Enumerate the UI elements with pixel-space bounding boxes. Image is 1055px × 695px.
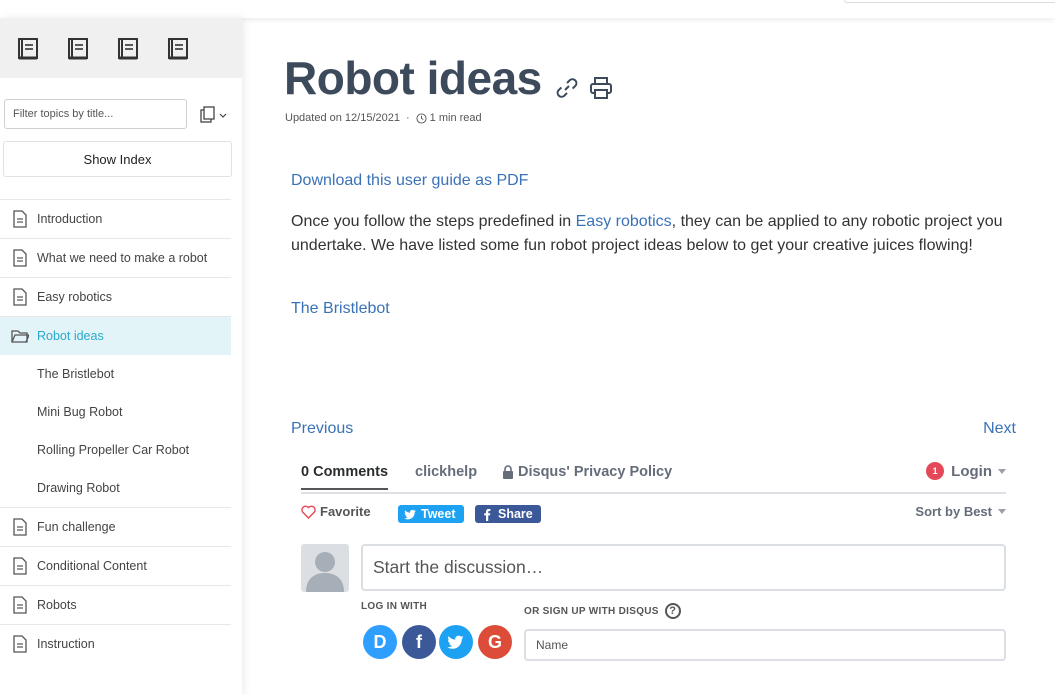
top-search-corner: [844, 0, 1055, 3]
sidebar-item-robot-ideas[interactable]: Robot ideas: [0, 316, 231, 355]
book-icon[interactable]: [67, 37, 90, 61]
intro-paragraph: Once you follow the steps predefined in …: [291, 210, 1021, 258]
user-silhouette-icon: [306, 552, 344, 592]
disqus-login-icon[interactable]: D: [363, 625, 397, 659]
sidebar-item-label: Drawing Robot: [37, 481, 120, 495]
document-icon: [13, 518, 27, 536]
document-icon: [13, 210, 27, 228]
meta-separator: ·: [406, 112, 410, 124]
facebook-icon: [484, 508, 491, 521]
twitter-icon: [404, 509, 416, 519]
twitter-icon: [447, 635, 464, 649]
tab-clickhelp[interactable]: clickhelp: [415, 464, 477, 480]
sidebar-item-conditional-content[interactable]: Conditional Content: [0, 546, 231, 585]
twitter-login-icon[interactable]: [439, 625, 473, 659]
sidebar-header: [0, 18, 242, 78]
sidebar-item-label: Rolling Propeller Car Robot: [37, 443, 190, 457]
book-icon[interactable]: [117, 37, 140, 61]
sidebar-item-label: What we need to make a robot: [37, 251, 208, 265]
previous-link[interactable]: Previous: [291, 420, 353, 438]
document-icon: [13, 557, 27, 575]
or-signup-label: OR SIGN UP WITH DISQUS ?: [524, 603, 681, 619]
start-discussion-input[interactable]: [361, 544, 1006, 591]
sidebar-item-mini-bug-robot[interactable]: Mini Bug Robot: [0, 393, 231, 431]
share-label: Share: [498, 507, 533, 521]
sidebar-item-robots[interactable]: Robots: [0, 585, 231, 624]
tab-privacy-policy[interactable]: Disqus' Privacy Policy: [502, 464, 672, 480]
tab-comments[interactable]: 0 Comments: [301, 464, 389, 490]
login-label: Login: [951, 462, 992, 480]
signup-text: OR SIGN UP WITH DISQUS: [524, 605, 659, 617]
paragraph-text: Once you follow the steps predefined in: [291, 213, 576, 230]
page-title: Robot ideas: [284, 52, 542, 104]
tweet-label: Tweet: [421, 507, 456, 521]
facebook-share-button[interactable]: Share: [475, 505, 541, 523]
help-icon[interactable]: ?: [664, 603, 681, 619]
clock-icon: [416, 112, 427, 124]
bristlebot-link[interactable]: The Bristlebot: [291, 300, 390, 318]
favorite-button[interactable]: Favorite: [301, 504, 371, 519]
book-icon[interactable]: [17, 37, 40, 61]
tweet-button[interactable]: Tweet: [398, 505, 464, 523]
document-icon: [13, 249, 27, 267]
topic-tree: Introduction What we need to make a robo…: [0, 199, 231, 663]
sort-label: Sort by Best: [915, 504, 992, 519]
top-bar: [0, 0, 1055, 18]
privacy-label: Disqus' Privacy Policy: [518, 464, 673, 480]
sidebar-item-what-we-need[interactable]: What we need to make a robot: [0, 238, 231, 277]
sidebar-item-label: Mini Bug Robot: [37, 405, 123, 419]
lock-icon: [503, 465, 513, 479]
next-link[interactable]: Next: [983, 420, 1016, 438]
sort-dropdown[interactable]: Sort by Best: [915, 504, 1006, 519]
document-icon: [13, 635, 27, 653]
copy-dropdown-icon[interactable]: [200, 106, 230, 124]
google-login-icon[interactable]: G: [478, 625, 512, 659]
sidebar-item-instruction[interactable]: Instruction: [0, 624, 231, 663]
avatar: [301, 544, 349, 592]
sidebar-item-label: The Bristlebot: [37, 367, 115, 381]
login-dropdown[interactable]: 1 Login: [926, 462, 1006, 480]
read-time: 1 min read: [429, 112, 482, 124]
sidebar-item-bristlebot[interactable]: The Bristlebot: [0, 355, 231, 393]
filter-topics-input[interactable]: [4, 99, 187, 129]
sidebar-item-easy-robotics[interactable]: Easy robotics: [0, 277, 231, 316]
chevron-down-icon: [998, 509, 1006, 514]
login-with-label: LOG IN WITH: [361, 601, 428, 612]
comment-actions: Favorite Tweet Share Sort by Best: [301, 504, 1006, 526]
chevron-down-icon: [998, 468, 1006, 474]
title-row: Robot ideas: [284, 52, 614, 104]
article-meta: Updated on 12/15/2021 · 1 min read: [285, 112, 482, 124]
folder-open-icon: [11, 330, 29, 343]
document-icon: [13, 288, 27, 306]
link-icon[interactable]: [554, 75, 580, 101]
easy-robotics-link[interactable]: Easy robotics: [576, 213, 672, 230]
sidebar-item-drawing-robot[interactable]: Drawing Robot: [0, 469, 231, 507]
sidebar: Show Index Introduction What we need to …: [0, 18, 242, 695]
print-icon[interactable]: [588, 75, 614, 101]
updated-date: Updated on 12/15/2021: [285, 112, 400, 124]
book-icon[interactable]: [167, 37, 190, 61]
sidebar-item-introduction[interactable]: Introduction: [0, 199, 231, 238]
document-icon: [13, 596, 27, 614]
heart-icon: [301, 505, 316, 519]
sidebar-item-fun-challenge[interactable]: Fun challenge: [0, 507, 231, 546]
facebook-login-icon[interactable]: f: [402, 625, 436, 659]
notification-badge: 1: [926, 462, 945, 480]
favorite-label: Favorite: [320, 504, 371, 519]
sidebar-item-rolling-propeller[interactable]: Rolling Propeller Car Robot: [0, 431, 231, 469]
name-field[interactable]: [524, 629, 1006, 661]
download-pdf-link[interactable]: Download this user guide as PDF: [291, 172, 528, 190]
comments-tab-bar: 0 Comments clickhelp Disqus' Privacy Pol…: [301, 460, 1006, 494]
show-index-button[interactable]: Show Index: [3, 141, 232, 177]
